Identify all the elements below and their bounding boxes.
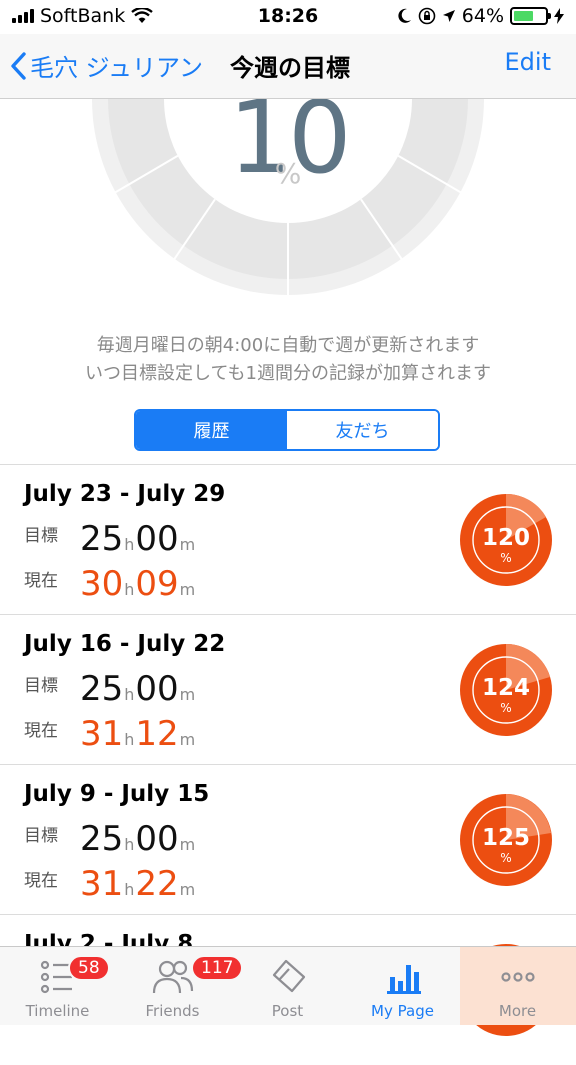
- back-button[interactable]: 毛穴 ジュリアン: [10, 48, 203, 83]
- goal-label: 目標: [24, 526, 58, 546]
- battery-icon: [510, 7, 551, 25]
- current-minutes: 22: [135, 864, 179, 904]
- hour-unit: h: [124, 730, 135, 749]
- current-label: 現在: [24, 721, 58, 741]
- goal-minutes: 00: [135, 669, 179, 709]
- list-item[interactable]: July 16 - July 22 目標 25 h 00 m 現在 31 h 12 m 12…: [0, 614, 576, 765]
- minute-unit: m: [179, 880, 196, 899]
- goal-label: 目標: [24, 676, 58, 696]
- current-time: 30 h 09 m: [80, 564, 196, 604]
- back-label: 毛穴 ジュリアン: [30, 54, 203, 82]
- minute-unit: m: [179, 730, 196, 749]
- navigation-bar: 毛穴 ジュリアン 今週の目標 Edit: [0, 34, 576, 99]
- achievement-percent: 124: [481, 675, 530, 701]
- tab-label: My Page: [371, 1002, 434, 1020]
- tab-my-page[interactable]: My Page: [345, 947, 460, 1025]
- tab-friends[interactable]: 117 Friends: [115, 947, 244, 1025]
- battery-percent: 64%: [461, 5, 504, 27]
- week-range: July 23 - July 29: [24, 481, 226, 507]
- hour-unit: h: [124, 535, 135, 554]
- goal-time: 25 h 00 m: [80, 819, 196, 859]
- current-minutes: 12: [135, 714, 179, 754]
- current-time: 31 h 12 m: [80, 714, 196, 754]
- segment-friends[interactable]: 友だち: [287, 411, 438, 449]
- achievement-percent: 120: [481, 525, 530, 551]
- goal-label: 目標: [24, 826, 58, 846]
- goal-hours: 25: [80, 819, 124, 859]
- chevron-left-icon: [11, 51, 26, 80]
- list-item[interactable]: July 23 - July 29 目標 25 h 00 m 現在 30 h 09 m 12…: [0, 464, 576, 615]
- achievement-badge: 125 %: [459, 793, 553, 887]
- percent-sign: %: [500, 701, 512, 715]
- eraser-icon: [272, 959, 305, 993]
- hour-unit: h: [124, 685, 135, 704]
- goal-time: 25 h 00 m: [80, 669, 196, 709]
- tab-label: Post: [271, 1002, 304, 1020]
- goal-minutes: 00: [135, 819, 179, 859]
- tab-post[interactable]: Post: [230, 947, 345, 1025]
- gauge-unit: %: [274, 157, 302, 190]
- minute-unit: m: [179, 580, 196, 599]
- status-bar: SoftBank 18:26 64%: [0, 0, 576, 34]
- update-note-1: 毎週月曜日の朝4:00に自動で週が更新されます: [96, 335, 480, 356]
- goal-time: 25 h 00 m: [80, 519, 196, 559]
- weekly-progress-gauge: 10 %: [0, 99, 576, 324]
- tab-label: Timeline: [25, 1002, 90, 1020]
- dots-icon: [500, 972, 535, 982]
- current-hours: 31: [80, 864, 124, 904]
- bar-chart-icon: [386, 965, 421, 994]
- current-minutes: 09: [135, 564, 179, 604]
- goal-hours: 25: [80, 669, 124, 709]
- achievement-badge: 120 %: [459, 493, 553, 587]
- goal-hours: 25: [80, 519, 124, 559]
- hour-unit: h: [124, 835, 135, 854]
- list-item[interactable]: July 9 - July 15 目標 25 h 00 m 現在 31 h 22 m 125…: [0, 764, 576, 915]
- week-range: July 16 - July 22: [24, 631, 226, 657]
- week-range: July 9 - July 15: [24, 781, 210, 807]
- current-label: 現在: [24, 571, 58, 591]
- minute-unit: m: [179, 685, 196, 704]
- tab-label: Friends: [145, 1002, 200, 1020]
- timeline-badge: 58: [68, 955, 110, 981]
- goal-minutes: 00: [135, 519, 179, 559]
- hour-unit: h: [124, 880, 135, 899]
- tab-bar: 58 Timeline 117 Friends Post My Page Mor…: [0, 946, 576, 1025]
- current-time: 31 h 22 m: [80, 864, 196, 904]
- achievement-badge: 124 %: [459, 643, 553, 737]
- current-hours: 30: [80, 564, 124, 604]
- hour-unit: h: [124, 580, 135, 599]
- people-icon: [152, 960, 193, 994]
- tab-more[interactable]: More: [460, 947, 576, 1025]
- history-friends-segment: 履歴 友だち: [134, 409, 440, 451]
- current-label: 現在: [24, 871, 58, 891]
- charging-icon: [554, 8, 564, 24]
- status-right: 64%: [398, 5, 564, 27]
- location-icon: [442, 10, 455, 22]
- achievement-percent: 125: [481, 825, 530, 851]
- segment-history[interactable]: 履歴: [136, 411, 287, 449]
- current-hours: 31: [80, 714, 124, 754]
- page-title: 今週の目標: [230, 54, 350, 82]
- minute-unit: m: [179, 535, 196, 554]
- percent-sign: %: [500, 851, 512, 865]
- tab-label: More: [498, 1002, 537, 1020]
- percent-sign: %: [500, 551, 512, 565]
- edit-button[interactable]: Edit: [505, 48, 551, 76]
- minute-unit: m: [179, 835, 196, 854]
- tab-timeline[interactable]: 58 Timeline: [0, 947, 115, 1025]
- orientation-lock-icon: [418, 7, 436, 25]
- moon-icon: [398, 8, 411, 23]
- update-note-2: いつ目標設定しても1週間分の記録が加算されます: [84, 363, 491, 384]
